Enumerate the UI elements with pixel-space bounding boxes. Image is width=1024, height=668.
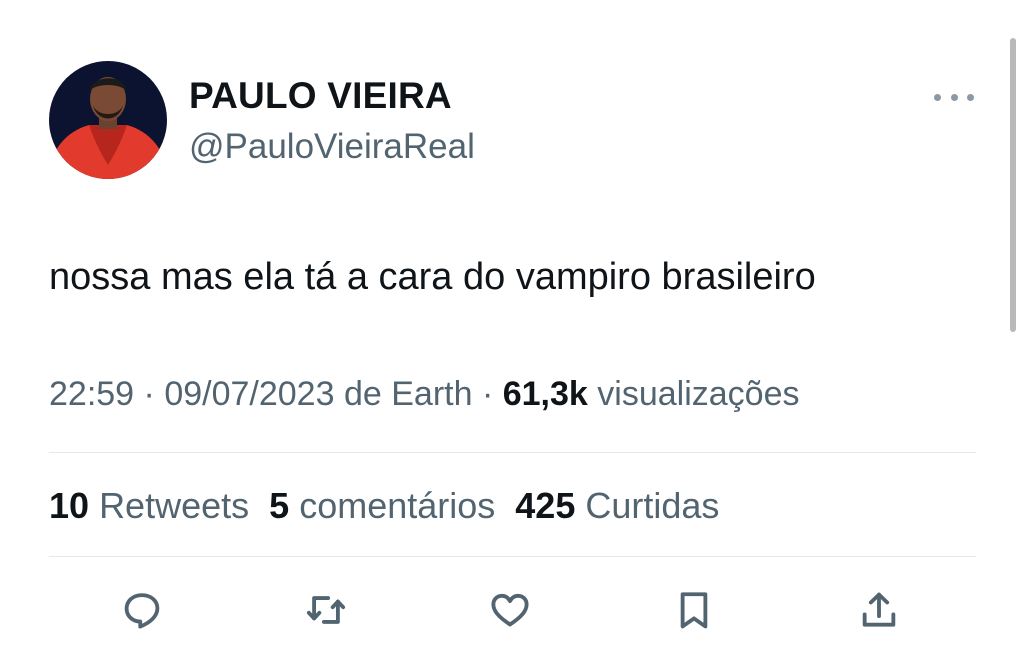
tweet-date[interactable]: 09/07/2023 [164,375,334,413]
share-icon[interactable] [856,587,902,633]
divider [49,452,976,453]
tweet-meta: 22:59 · 09/07/2023 de Earth · 61,3k visu… [49,372,800,416]
retweet-icon[interactable] [303,587,349,633]
tweet-source: Earth [391,375,473,413]
tweet-time[interactable]: 22:59 [49,375,134,413]
comments-label: comentários [299,485,496,526]
scrollbar[interactable] [1010,38,1016,332]
heart-icon[interactable] [487,587,533,633]
retweets-count: 10 [49,485,90,526]
display-name[interactable]: PAULO VIEIRA [189,74,452,118]
likes-stat[interactable]: 425 Curtidas [515,485,719,526]
separator: · [481,375,494,413]
avatar[interactable] [49,61,167,179]
separator: · [143,375,155,413]
tweet-text: nossa mas ela tá a cara do vampiro brasi… [49,256,816,298]
comments-stat[interactable]: 5 comentários [269,485,495,526]
retweets-stat[interactable]: 10 Retweets [49,485,249,526]
tweet-detail: PAULO VIEIRA @PauloVieiraReal nossa mas … [0,0,1024,668]
comments-count: 5 [269,485,290,526]
dot [934,93,941,101]
views-label: visualizações [597,375,800,413]
dot [967,93,974,101]
retweets-label: Retweets [99,485,250,526]
avatar-image [49,61,167,179]
reply-icon[interactable] [119,587,165,633]
likes-label: Curtidas [585,485,720,526]
tweet-stats: 10 Retweets 5 comentários 425 Curtidas [49,483,719,529]
dot [950,93,958,101]
bookmark-icon[interactable] [671,587,717,633]
user-handle[interactable]: @PauloVieiraReal [189,126,475,168]
likes-count: 425 [515,485,576,526]
more-options-icon[interactable] [934,84,974,110]
divider [49,556,976,557]
source-prefix: de [343,375,382,413]
views-count: 61,3k [502,375,588,413]
